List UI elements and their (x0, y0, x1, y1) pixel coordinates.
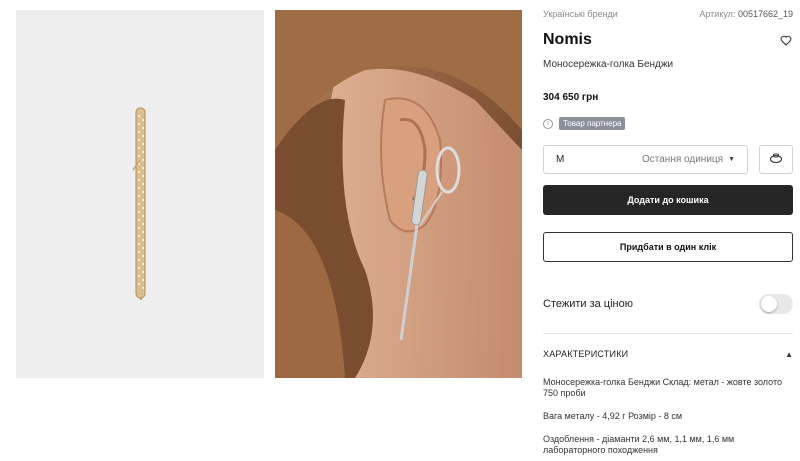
spec-line: Моносережка-голка Бенджи Склад: метал - … (543, 377, 782, 398)
chevron-up-icon: ▲ (785, 349, 793, 359)
spec-line: Вага металу - 4,92 г Розмір - 8 см (543, 411, 683, 421)
breadcrumb-category[interactable]: Українські бренди (543, 9, 618, 19)
chevron-down-icon: ▼ (728, 156, 735, 163)
product-image-model[interactable] (275, 10, 522, 378)
toggle-knob (761, 296, 777, 312)
size-status-wrap: Остання одиниця ▼ (642, 154, 735, 165)
article-number: Артикул: 00517662_19 (699, 9, 793, 19)
specs-accordion-header[interactable]: ХАРАКТЕРИСТИКИ ▲ (543, 349, 793, 359)
article-label: Артикул: (699, 9, 736, 19)
earring-illustration (16, 10, 264, 378)
size-status: Остання одиниця (642, 154, 724, 165)
partner-badge: Товар партнера (559, 117, 626, 130)
meta-row: Українські бренди Артикул: 00517662_19 (543, 9, 793, 19)
spec-line: Оздоблення - діаманти 2,6 мм, 1,1 мм, 1,… (543, 434, 735, 455)
price-watch-toggle[interactable] (759, 294, 793, 314)
price-watch-label: Стежити за ціною (543, 298, 633, 310)
ring-size-button[interactable] (759, 145, 793, 174)
product-image-main[interactable] (16, 10, 264, 378)
divider (543, 333, 793, 334)
size-value: M (556, 154, 565, 165)
info-icon[interactable]: i (543, 118, 553, 129)
add-to-cart-button[interactable]: Додати до кошика (543, 185, 793, 215)
buy-one-click-button[interactable]: Придбати в один клік (543, 232, 793, 262)
ring-size-icon (769, 151, 783, 169)
brand-name[interactable]: Nomis (543, 31, 592, 49)
specs-title: ХАРАКТЕРИСТИКИ (543, 349, 629, 359)
model-photo-illustration (275, 10, 522, 378)
partner-row: i Товар партнера (543, 117, 626, 130)
heart-icon[interactable] (779, 33, 793, 47)
price-watch-row: Стежити за ціною (543, 294, 793, 314)
brand-row: Nomis (543, 31, 793, 49)
price: 304 650 грн (543, 92, 599, 103)
product-title: Моносережка-голка Бенджи (543, 59, 674, 70)
size-select[interactable]: M Остання одиниця ▼ (543, 145, 748, 174)
article-value: 00517662_19 (737, 9, 793, 19)
